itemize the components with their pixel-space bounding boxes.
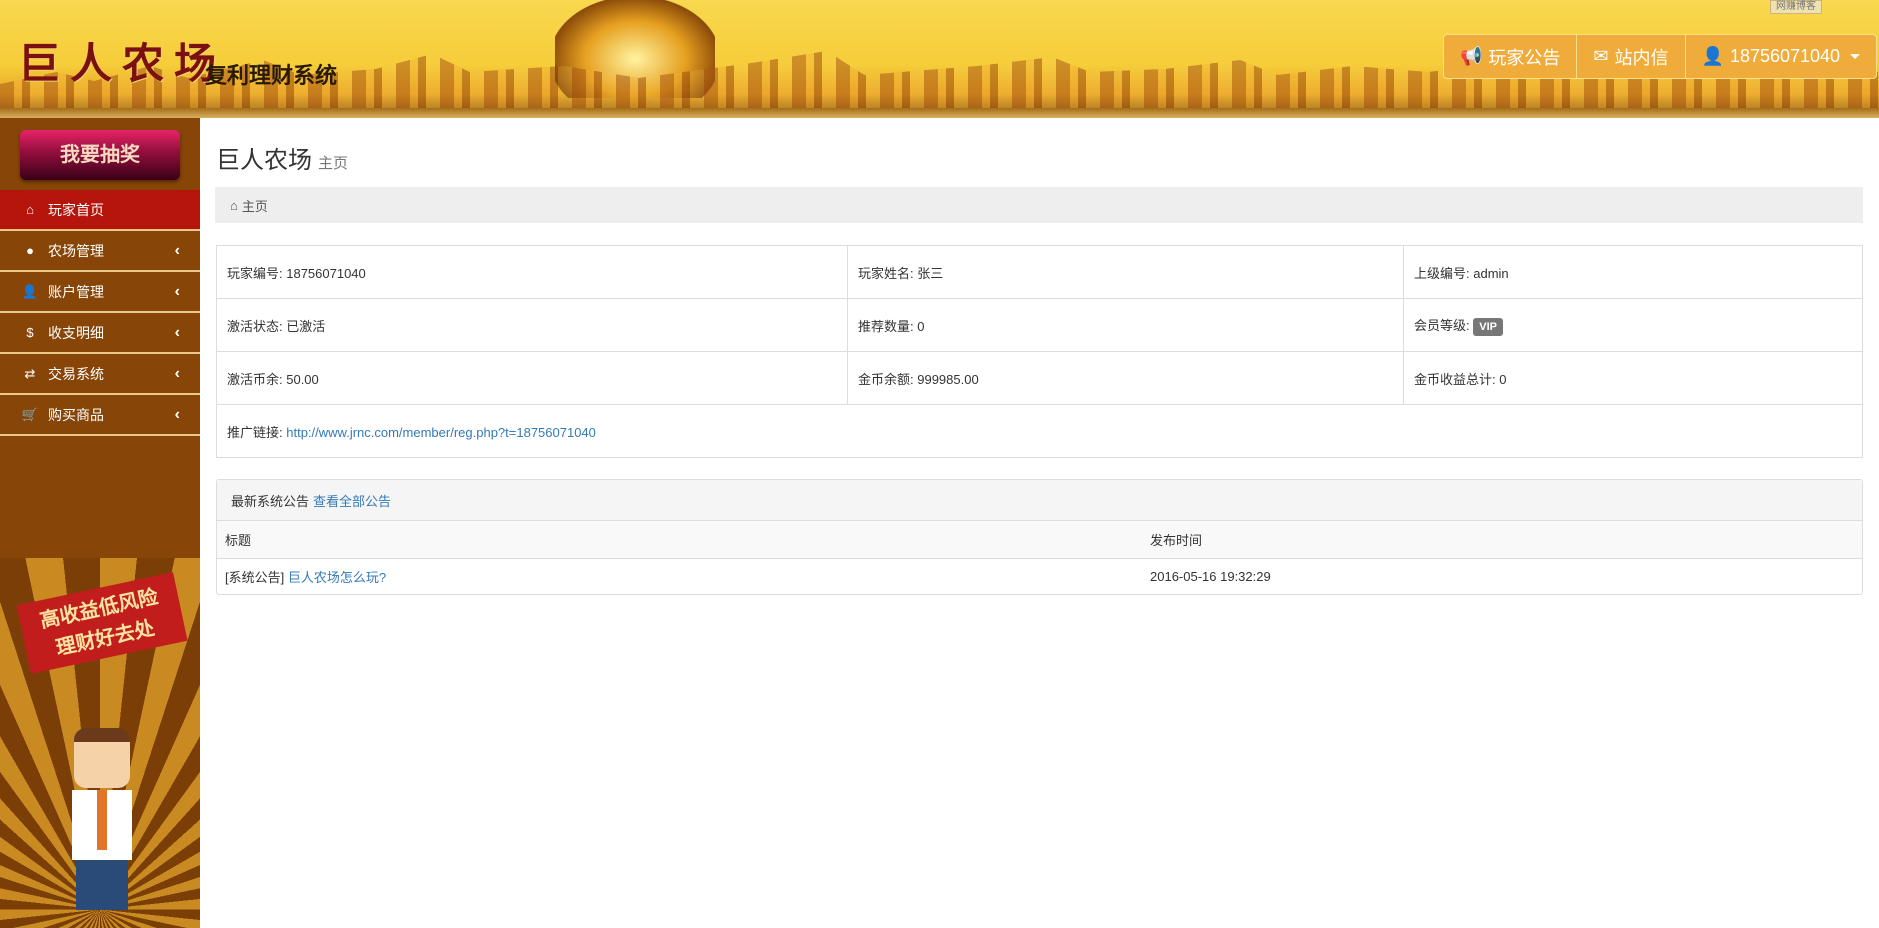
player-info-table: 玩家编号: 18756071040 玩家姓名: 张三 上级编号: admin 激…: [216, 245, 1863, 458]
panel-heading: 最新系统公告 查看全部公告: [217, 480, 1862, 521]
sidebar-item-label: 购买商品: [48, 406, 104, 423]
logo-subtitle: 复利理财系统: [205, 63, 338, 88]
cartoon-man-illustration: [62, 728, 142, 918]
member-level-cell: 会员等级: VIP: [1403, 298, 1863, 352]
referral-link-cell: 推广链接: http://www.jrnc.com/member/reg.php…: [216, 404, 1863, 458]
home-icon[interactable]: ⌂: [230, 198, 238, 213]
announcements-button[interactable]: 📢 玩家公告: [1444, 35, 1578, 78]
piggy-bank-icon: ●: [26, 243, 34, 258]
gold-balance-cell: 金币余额: 999985.00: [847, 351, 1404, 405]
table-row: 激活状态: 已激活 推荐数量: 0 会员等级: VIP: [216, 298, 1863, 352]
retweet-icon: ⇄: [24, 365, 36, 381]
user-menu-label: 18756071040: [1729, 46, 1841, 66]
sidebar-item-trading[interactable]: ⇄ 交易系统 ‹: [0, 354, 200, 395]
user-icon: 👤: [21, 283, 39, 299]
chevron-left-icon: ‹: [174, 282, 180, 300]
envelope-icon: ✉: [1593, 46, 1609, 66]
sidebar-item-label: 账户管理: [48, 283, 104, 300]
breadcrumb: ⌂ 主页: [215, 187, 1863, 223]
sidebar: 我要抽奖 ⌂ 玩家首页 ● 农场管理 ‹ 👤 账户管理 ‹ $ 收支明细 ‹ ⇄ 交易系统 ‹ 🛒…: [0, 118, 200, 928]
breadcrumb-home[interactable]: 主页: [242, 196, 268, 215]
bullhorn-icon: 📢: [1460, 46, 1483, 66]
sidebar-item-home[interactable]: ⌂ 玩家首页: [0, 190, 200, 231]
watermark: 网赚博客: [1770, 0, 1822, 14]
column-header-title: 标题: [217, 521, 1142, 559]
promo-banner: 高收益低风险 理财好去处: [16, 572, 188, 674]
table-row: 玩家编号: 18756071040 玩家姓名: 张三 上级编号: admin: [216, 245, 1863, 299]
promo-image: 高收益低风险 理财好去处: [0, 558, 200, 928]
parent-id-cell: 上级编号: admin: [1403, 245, 1863, 299]
top-nav: 📢 玩家公告 ✉ 站内信 👤 18756071040: [1443, 34, 1878, 79]
announcements-panel: 最新系统公告 查看全部公告 标题 发布时间 [系统公告] 巨人农场怎么玩? 2016-…: [216, 479, 1863, 595]
referrals-cell: 推荐数量: 0: [847, 298, 1404, 352]
sidebar-item-transactions[interactable]: $ 收支明细 ‹: [0, 313, 200, 354]
sidebar-item-account[interactable]: 👤 账户管理 ‹: [0, 272, 200, 313]
cart-icon: 🛒: [21, 406, 39, 422]
sidebar-item-label: 交易系统: [48, 365, 104, 382]
sidebar-item-label: 收支明细: [48, 324, 104, 341]
announcement-tag: [系统公告]: [225, 569, 285, 585]
messages-label: 站内信: [1614, 47, 1669, 68]
announcement-time: 2016-05-16 19:32:29: [1150, 568, 1271, 584]
vip-badge: VIP: [1473, 317, 1503, 336]
player-id-cell: 玩家编号: 18756071040: [216, 245, 848, 299]
panel-title: 最新系统公告: [231, 493, 310, 509]
sidebar-item-farm[interactable]: ● 农场管理 ‹: [0, 231, 200, 272]
dollar-icon: $: [26, 325, 34, 340]
sidebar-item-label: 农场管理: [48, 242, 104, 259]
announcement-link[interactable]: 巨人农场怎么玩?: [288, 570, 386, 585]
sidebar-item-shop[interactable]: 🛒 购买商品 ‹: [0, 395, 200, 436]
activation-status-cell: 激活状态: 已激活: [216, 298, 848, 352]
header-banner: 巨人农场 复利理财系统 网赚博客 📢 玩家公告 ✉ 站内信 👤 18756071040: [0, 0, 1879, 118]
user-icon: 👤: [1701, 46, 1724, 66]
announcements-table: 标题 发布时间 [系统公告] 巨人农场怎么玩? 2016-05-16 19:32:2…: [217, 521, 1862, 594]
user-menu-button[interactable]: 👤 18756071040: [1686, 35, 1877, 78]
logo: 巨人农场: [18, 39, 227, 88]
chevron-left-icon: ‹: [174, 241, 180, 259]
player-name-cell: 玩家姓名: 张三: [847, 245, 1404, 299]
sidebar-menu: ⌂ 玩家首页 ● 农场管理 ‹ 👤 账户管理 ‹ $ 收支明细 ‹ ⇄ 交易系统 ‹ 🛒 购买商品 ‹: [0, 190, 200, 436]
page-subtitle: 主页: [318, 155, 349, 172]
gold-earnings-cell: 金币收益总计: 0: [1403, 351, 1863, 405]
caret-down-icon: [1850, 54, 1861, 59]
announcements-label: 玩家公告: [1488, 47, 1561, 68]
home-icon: ⌂: [26, 202, 34, 217]
column-header-time: 发布时间: [1142, 521, 1862, 559]
page-title-text: 巨人农场: [216, 147, 312, 174]
view-all-announcements-link[interactable]: 查看全部公告: [313, 491, 391, 510]
chevron-left-icon: ‹: [174, 405, 180, 423]
page-title: 巨人农场 主页: [216, 140, 348, 175]
chevron-left-icon: ‹: [174, 323, 180, 341]
referral-link[interactable]: http://www.jrnc.com/member/reg.php?t=187…: [286, 425, 596, 440]
table-row: [系统公告] 巨人农场怎么玩? 2016-05-16 19:32:29: [217, 558, 1862, 594]
sidebar-item-label: 玩家首页: [48, 201, 104, 218]
lottery-button[interactable]: 我要抽奖: [20, 130, 180, 180]
chevron-left-icon: ‹: [174, 364, 180, 382]
table-row: 激活币余: 50.00 金币余额: 999985.00 金币收益总计: 0: [216, 351, 1863, 405]
table-row: 推广链接: http://www.jrnc.com/member/reg.php…: [216, 404, 1863, 458]
messages-button[interactable]: ✉ 站内信: [1577, 35, 1686, 78]
activation-balance-cell: 激活币余: 50.00: [216, 351, 848, 405]
